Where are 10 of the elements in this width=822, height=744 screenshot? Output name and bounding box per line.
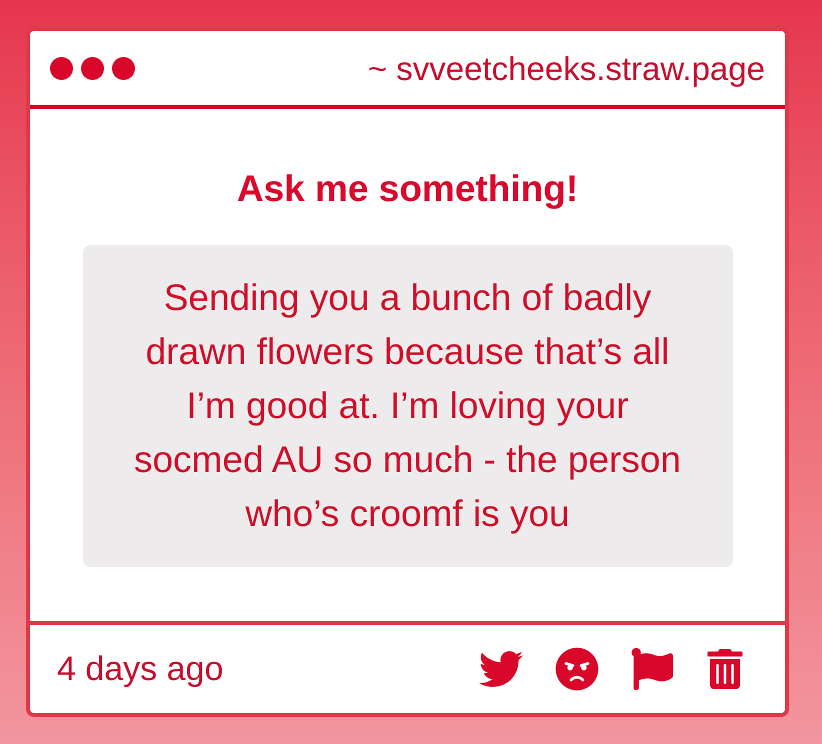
flag-icon[interactable] <box>631 648 673 690</box>
message-text: Sending you a bunch of badly drawn flowers because that’s all I’m good at. I’m loving your socmed AU so much - the person who’s croomf is you <box>132 276 682 536</box>
window-dot-icon <box>112 56 135 80</box>
page-url: ~ svveetcheeks.straw.page <box>368 52 765 84</box>
angry-face-icon[interactable] <box>555 647 599 691</box>
timestamp: 4 days ago <box>57 652 224 686</box>
window-dot-icon <box>81 56 104 80</box>
window-dot-icon <box>50 56 73 80</box>
prompt-title: Ask me something! <box>236 167 578 211</box>
trash-icon[interactable] <box>705 649 745 689</box>
